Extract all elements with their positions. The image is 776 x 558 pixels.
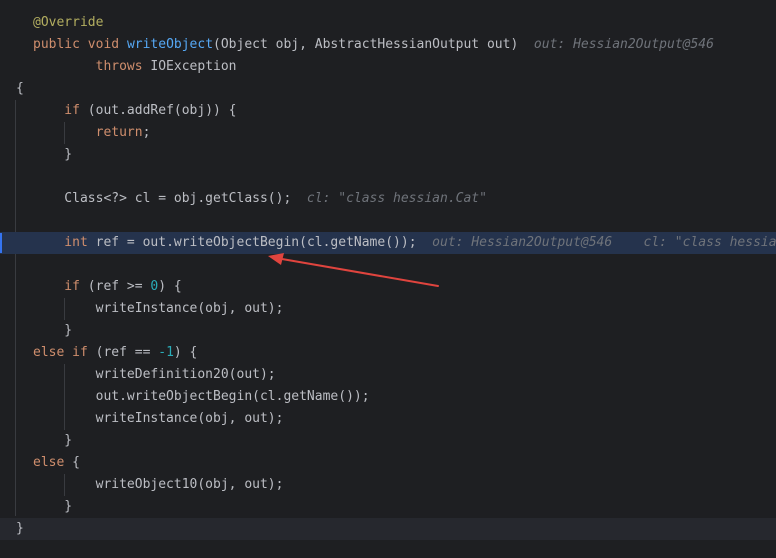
code-line[interactable]: writeObject10(obj, out); [0,474,776,496]
code-line-content: } [16,518,24,540]
code-line-content: return; [33,122,151,144]
code-token: else [33,455,73,470]
code-line[interactable]: } [0,518,776,540]
code-line[interactable]: if (ref >= 0) { [0,276,776,298]
code-line[interactable]: throws IOException [0,56,776,78]
execution-point-marker [0,233,2,253]
code-token: } [33,433,73,448]
code-line[interactable]: writeDefinition20(out); [0,364,776,386]
code-token: if [33,103,88,118]
code-token: ) { [158,279,182,294]
code-token: writeObject10(obj, out); [33,477,284,492]
code-line-content: else { [33,452,80,474]
code-line[interactable]: out.writeObjectBegin(cl.getName()); [0,386,776,408]
code-line[interactable] [0,166,776,188]
code-line-content: if (out.addRef(obj)) { [33,100,237,122]
code-line-content: Class<?> cl = obj.getClass(); cl: "class… [33,188,487,210]
inline-debug-value: cl: "class hessian.Cat" [291,191,487,206]
code-line[interactable]: return; [0,122,776,144]
code-line[interactable]: Class<?> cl = obj.getClass(); cl: "class… [0,188,776,210]
code-token: int [33,235,96,250]
code-line[interactable]: int ref = out.writeObjectBegin(cl.getNam… [0,232,776,254]
code-token: -1 [158,345,174,360]
code-token: @Override [33,15,104,30]
code-token: { [72,455,80,470]
code-line[interactable]: writeInstance(obj, out); [0,408,776,430]
code-line-content: int ref = out.writeObjectBegin(cl.getNam… [33,232,776,254]
code-token: Class<?> cl = obj.getClass(); [33,191,292,206]
code-line[interactable] [0,254,776,276]
code-line-content: throws IOException [33,56,237,78]
code-token: writeDefinition20(out); [33,367,276,382]
code-line[interactable]: } [0,144,776,166]
code-line-content: @Override [33,12,103,34]
code-token: out.writeObjectBegin(cl.getName()); [33,389,370,404]
code-line[interactable]: writeInstance(obj, out); [0,298,776,320]
code-token: writeObject [126,37,214,52]
code-editor[interactable]: @Override public void writeObject(Object … [0,0,776,558]
code-line[interactable]: public void writeObject(Object obj, Abst… [0,34,776,56]
inline-debug-value: out: Hessian2Output@546 [518,37,714,52]
code-line[interactable] [0,210,776,232]
code-token: (ref == [95,345,159,360]
code-token: } [33,147,73,162]
code-token: writeInstance(obj, out); [33,411,284,426]
code-line[interactable]: else if (ref == -1) { [0,342,776,364]
code-line-content: { [16,78,24,100]
code-token: void [87,37,127,52]
code-token: } [16,521,24,536]
code-token: else if [33,345,96,360]
code-line-content: } [33,320,72,342]
code-token: ; [142,125,151,140]
code-line[interactable]: @Override [0,12,776,34]
code-line-content: } [33,430,72,452]
code-line[interactable]: } [0,320,776,342]
code-line-content: if (ref >= 0) { [33,276,182,298]
code-line-content: writeInstance(obj, out); [33,408,284,430]
inline-debug-value: out: Hessian2Output@546 cl: "class hessi… [432,235,776,250]
code-line[interactable]: else { [0,452,776,474]
code-line-content: out.writeObjectBegin(cl.getName()); [33,386,370,408]
code-token: (out.addRef(obj)) { [87,103,237,118]
code-token: } [33,499,73,514]
code-line-content: else if (ref == -1) { [33,342,197,364]
code-token: throws [33,59,151,74]
code-token: } [33,323,73,338]
code-token: writeInstance(obj, out); [33,301,284,316]
code-token: { [16,81,24,96]
code-line[interactable]: } [0,430,776,452]
code-token: (ref >= [87,279,151,294]
code-line-content: } [33,144,72,166]
code-token: IOException [150,59,237,74]
code-line[interactable]: if (out.addRef(obj)) { [0,100,776,122]
code-token: public [33,37,88,52]
code-token: if [33,279,88,294]
code-line-content: public void writeObject(Object obj, Abst… [33,34,714,56]
code-line-content: writeDefinition20(out); [33,364,276,386]
code-line[interactable]: { [0,78,776,100]
code-line-content: } [33,496,72,518]
code-line-content: writeObject10(obj, out); [33,474,284,496]
code-line-content: writeInstance(obj, out); [33,298,284,320]
code-token: return [33,125,143,140]
code-line[interactable]: } [0,496,776,518]
code-token: (Object obj, AbstractHessianOutput out) [213,37,519,52]
code-token: ref = out.writeObjectBegin(cl.getName())… [95,235,417,250]
code-token: ) { [173,345,198,360]
